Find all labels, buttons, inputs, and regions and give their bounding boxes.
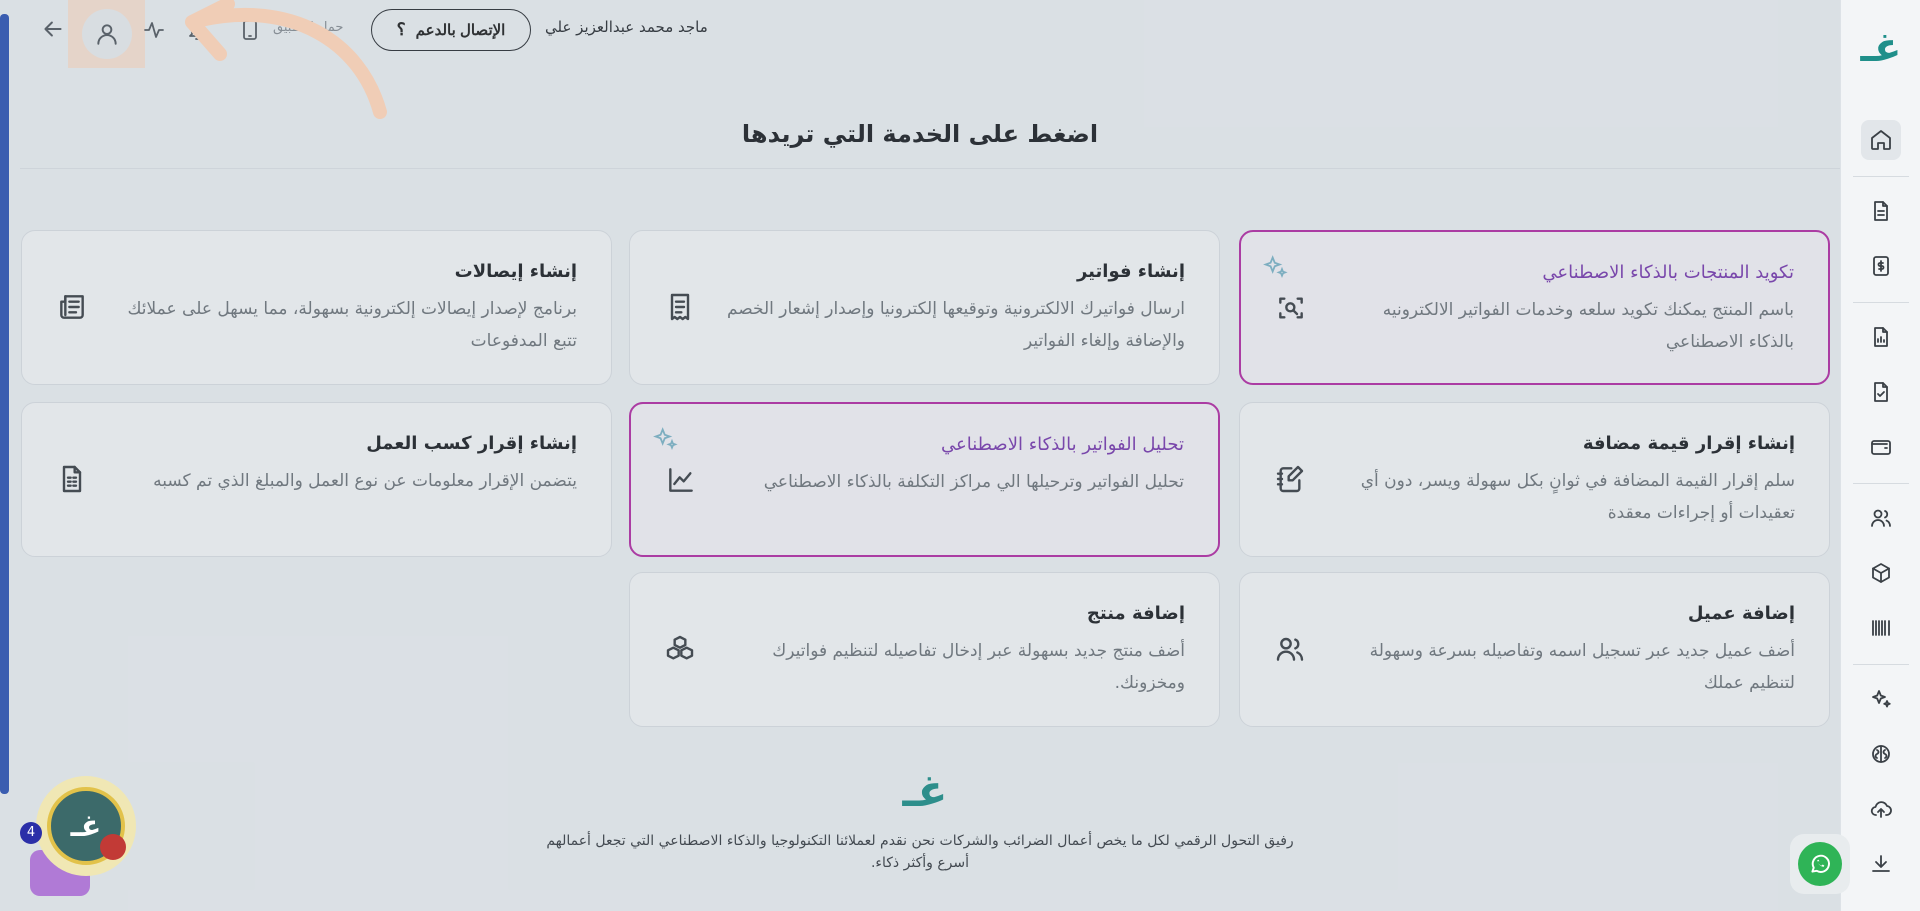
card-add-product[interactable]: إضافة منتج أضف منتج جديد بسهولة عبر إدخا… xyxy=(629,572,1220,727)
wallet-icon[interactable] xyxy=(1861,427,1901,467)
right-sidebar: ﻏـ xyxy=(1840,0,1920,911)
card-title: إنشاء إقرار قيمة مضافة xyxy=(1582,433,1795,454)
scroll-indicator[interactable] xyxy=(0,14,9,794)
profile-avatar-button[interactable] xyxy=(68,0,145,68)
arrow-left-icon[interactable] xyxy=(40,16,66,42)
download-icon[interactable] xyxy=(1861,844,1901,884)
scan-search-icon xyxy=(1275,292,1307,324)
receipt-icon xyxy=(664,291,696,323)
footer-logo: ﻏـ xyxy=(902,766,948,817)
card-description: سلم إقرار القيمة المضافة في ثوانٍ بكل سه… xyxy=(1360,471,1795,523)
home-icon[interactable] xyxy=(1861,120,1901,160)
whatsapp-button[interactable] xyxy=(1790,834,1850,894)
card-title: إنشاء إيصالات xyxy=(454,261,577,282)
boxes-icon xyxy=(664,633,696,665)
card-description: تحليل الفواتير وترحيلها الي مراكز التكلف… xyxy=(763,472,1184,492)
notification-count-badge: 4 xyxy=(20,822,42,844)
brand-logo[interactable]: ﻏـ xyxy=(1841,26,1920,70)
card-description: أضف عميل جديد عبر تسجيل اسمه وتفاصيله بس… xyxy=(1369,641,1795,693)
tour-arrow-icon xyxy=(185,0,387,119)
card-title: تكويد المنتجات بالذكاء الاصطناعي xyxy=(1542,262,1794,283)
divider xyxy=(20,168,1840,169)
cloud-upload-icon[interactable] xyxy=(1861,789,1901,829)
sparkles-icon[interactable] xyxy=(1861,679,1901,719)
card-ai-invoice-analysis[interactable]: تحليل الفواتير بالذكاء الاصطناعي تحليل ا… xyxy=(629,402,1220,557)
card-description: أضف منتج جديد بسهولة عبر إدخال تفاصيله ل… xyxy=(772,641,1185,693)
card-title: إنشاء إقرار كسب العمل xyxy=(366,433,577,454)
sparkles-icon xyxy=(651,426,679,454)
chart-line-icon xyxy=(665,464,697,496)
card-create-receipts[interactable]: إنشاء إيصالات برنامج لإصدار إيصالات إلكت… xyxy=(21,230,612,385)
file-check-icon[interactable] xyxy=(1861,372,1901,412)
avatar xyxy=(81,9,132,59)
card-description: ارسال فواتيرك الالكترونية وتوقيعها إلكتر… xyxy=(726,299,1185,351)
activity-icon[interactable] xyxy=(142,18,166,42)
notebook-pen-icon xyxy=(1274,463,1306,495)
card-title: تحليل الفواتير بالذكاء الاصطناعي xyxy=(941,434,1184,455)
card-add-customer[interactable]: إضافة عميل أضف عميل جديد عبر تسجيل اسمه … xyxy=(1239,572,1830,727)
card-create-invoices[interactable]: إنشاء فواتير ارسال فواتيرك الالكترونية و… xyxy=(629,230,1220,385)
user-name: ماجد محمد عبدالعزيز علي xyxy=(545,18,708,36)
report-icon[interactable] xyxy=(1861,317,1901,357)
card-title: إنشاء فواتير xyxy=(1076,261,1185,282)
card-ai-product-coding[interactable]: تكويد المنتجات بالذكاء الاصطناعي باسم ال… xyxy=(1239,230,1830,385)
footer-text: رفيق التحول الرقمي لكل ما يخص أعمال الضر… xyxy=(546,833,1294,871)
card-description: باسم المنتج يمكنك تكويد سلعه وخدمات الفو… xyxy=(1382,300,1794,352)
users-icon[interactable] xyxy=(1861,498,1901,538)
whatsapp-icon xyxy=(1798,842,1842,886)
users-icon xyxy=(1274,633,1306,665)
card-title: إضافة عميل xyxy=(1687,603,1795,624)
support-label: الإتصال بالدعم xyxy=(415,22,506,39)
card-vat-declaration[interactable]: إنشاء إقرار قيمة مضافة سلم إقرار القيمة … xyxy=(1239,402,1830,557)
barcode-icon[interactable] xyxy=(1861,608,1901,648)
dollar-document-icon[interactable] xyxy=(1861,246,1901,286)
sparkles-icon xyxy=(1261,254,1289,282)
newspaper-icon xyxy=(56,291,88,323)
package-icon[interactable] xyxy=(1861,553,1901,593)
assistant-chat-button[interactable]: ﻏـ xyxy=(36,776,136,876)
card-description: يتضمن الإقرار معلومات عن نوع العمل والمب… xyxy=(153,471,577,491)
file-spreadsheet-icon xyxy=(56,463,88,495)
document-icon[interactable] xyxy=(1861,191,1901,231)
status-dot xyxy=(100,834,126,860)
card-description: برنامج لإصدار إيصالات إلكترونية بسهولة، … xyxy=(127,299,577,351)
brain-icon[interactable] xyxy=(1861,734,1901,774)
card-title: إضافة منتج xyxy=(1086,603,1185,624)
card-income-declaration[interactable]: إنشاء إقرار كسب العمل يتضمن الإقرار معلو… xyxy=(21,402,612,557)
